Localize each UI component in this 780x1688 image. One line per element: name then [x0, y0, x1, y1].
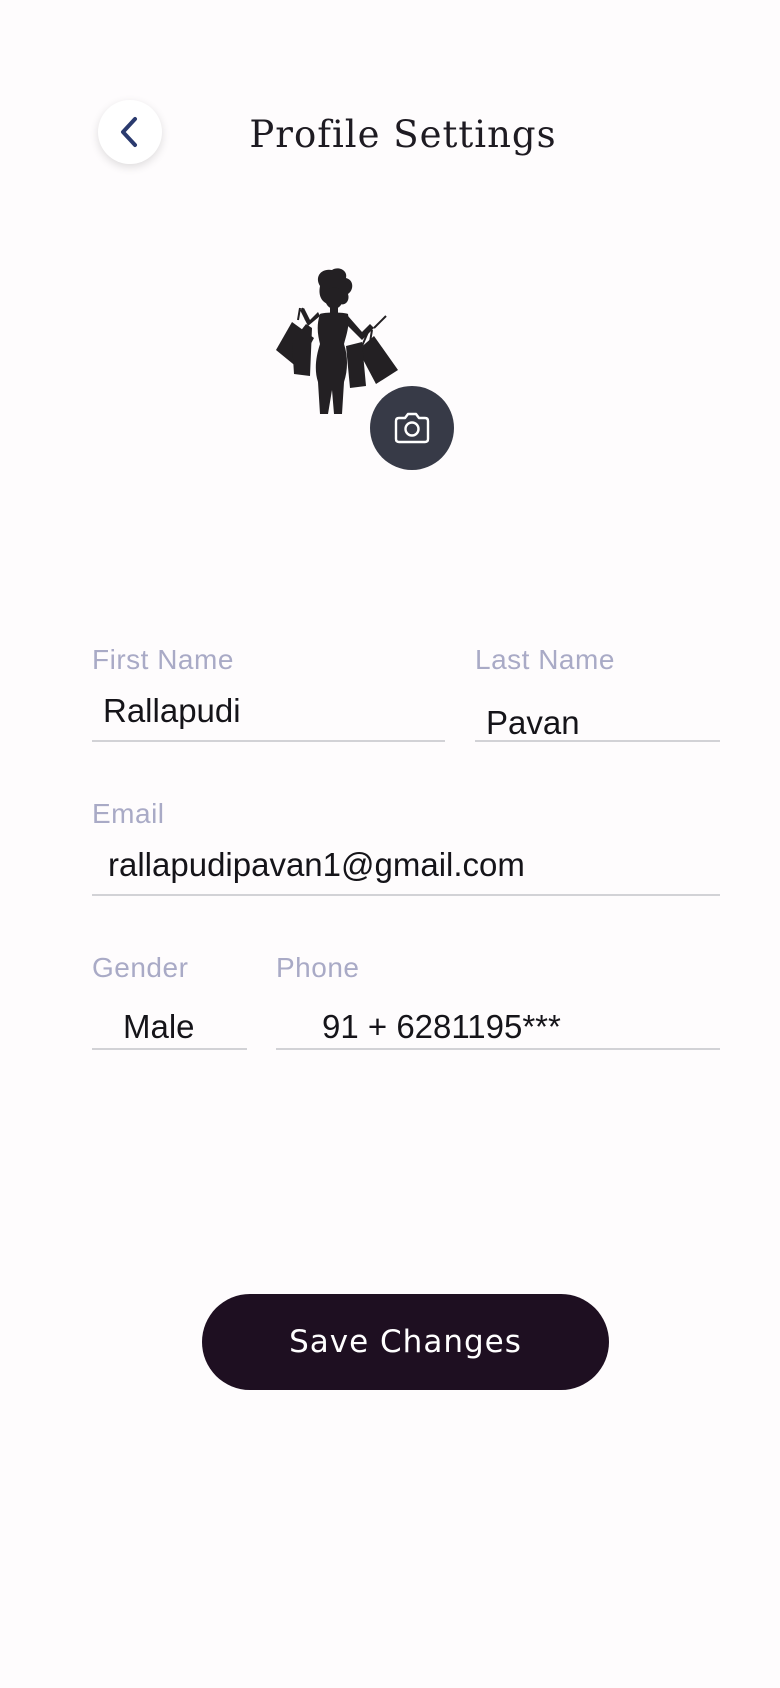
change-photo-button[interactable] [370, 386, 454, 470]
first-name-label: First Name [92, 644, 234, 675]
last-name-input[interactable]: Pavan [486, 704, 720, 742]
camera-icon [394, 412, 430, 444]
page-title: Profile Settings [249, 113, 557, 156]
gender-input[interactable]: Male [123, 1008, 247, 1046]
first-name-input[interactable]: Rallapudi [103, 692, 445, 730]
gender-label: Gender [92, 952, 189, 983]
email-label: Email [92, 798, 165, 829]
email-field[interactable]: Email rallapudipavan1@gmail.com [92, 798, 720, 896]
gender-underline [92, 1048, 247, 1050]
save-changes-button[interactable]: Save Changes [202, 1294, 609, 1390]
last-name-label: Last Name [475, 644, 615, 675]
gender-field[interactable]: Gender Male [92, 952, 247, 1050]
phone-input[interactable]: 91 + 6281195*** [322, 1008, 720, 1046]
last-name-underline [475, 740, 720, 742]
last-name-field[interactable]: Last Name Pavan [475, 644, 720, 742]
first-name-underline [92, 740, 445, 742]
phone-label: Phone [276, 952, 360, 983]
email-input[interactable]: rallapudipavan1@gmail.com [108, 846, 720, 884]
phone-field[interactable]: Phone 91 + 6281195*** [276, 952, 720, 1050]
phone-underline [276, 1048, 720, 1050]
first-name-field[interactable]: First Name Rallapudi [92, 644, 445, 742]
profile-settings-screen: Profile Settings First Name Rallapudi La… [0, 0, 780, 1688]
email-underline [92, 894, 720, 896]
